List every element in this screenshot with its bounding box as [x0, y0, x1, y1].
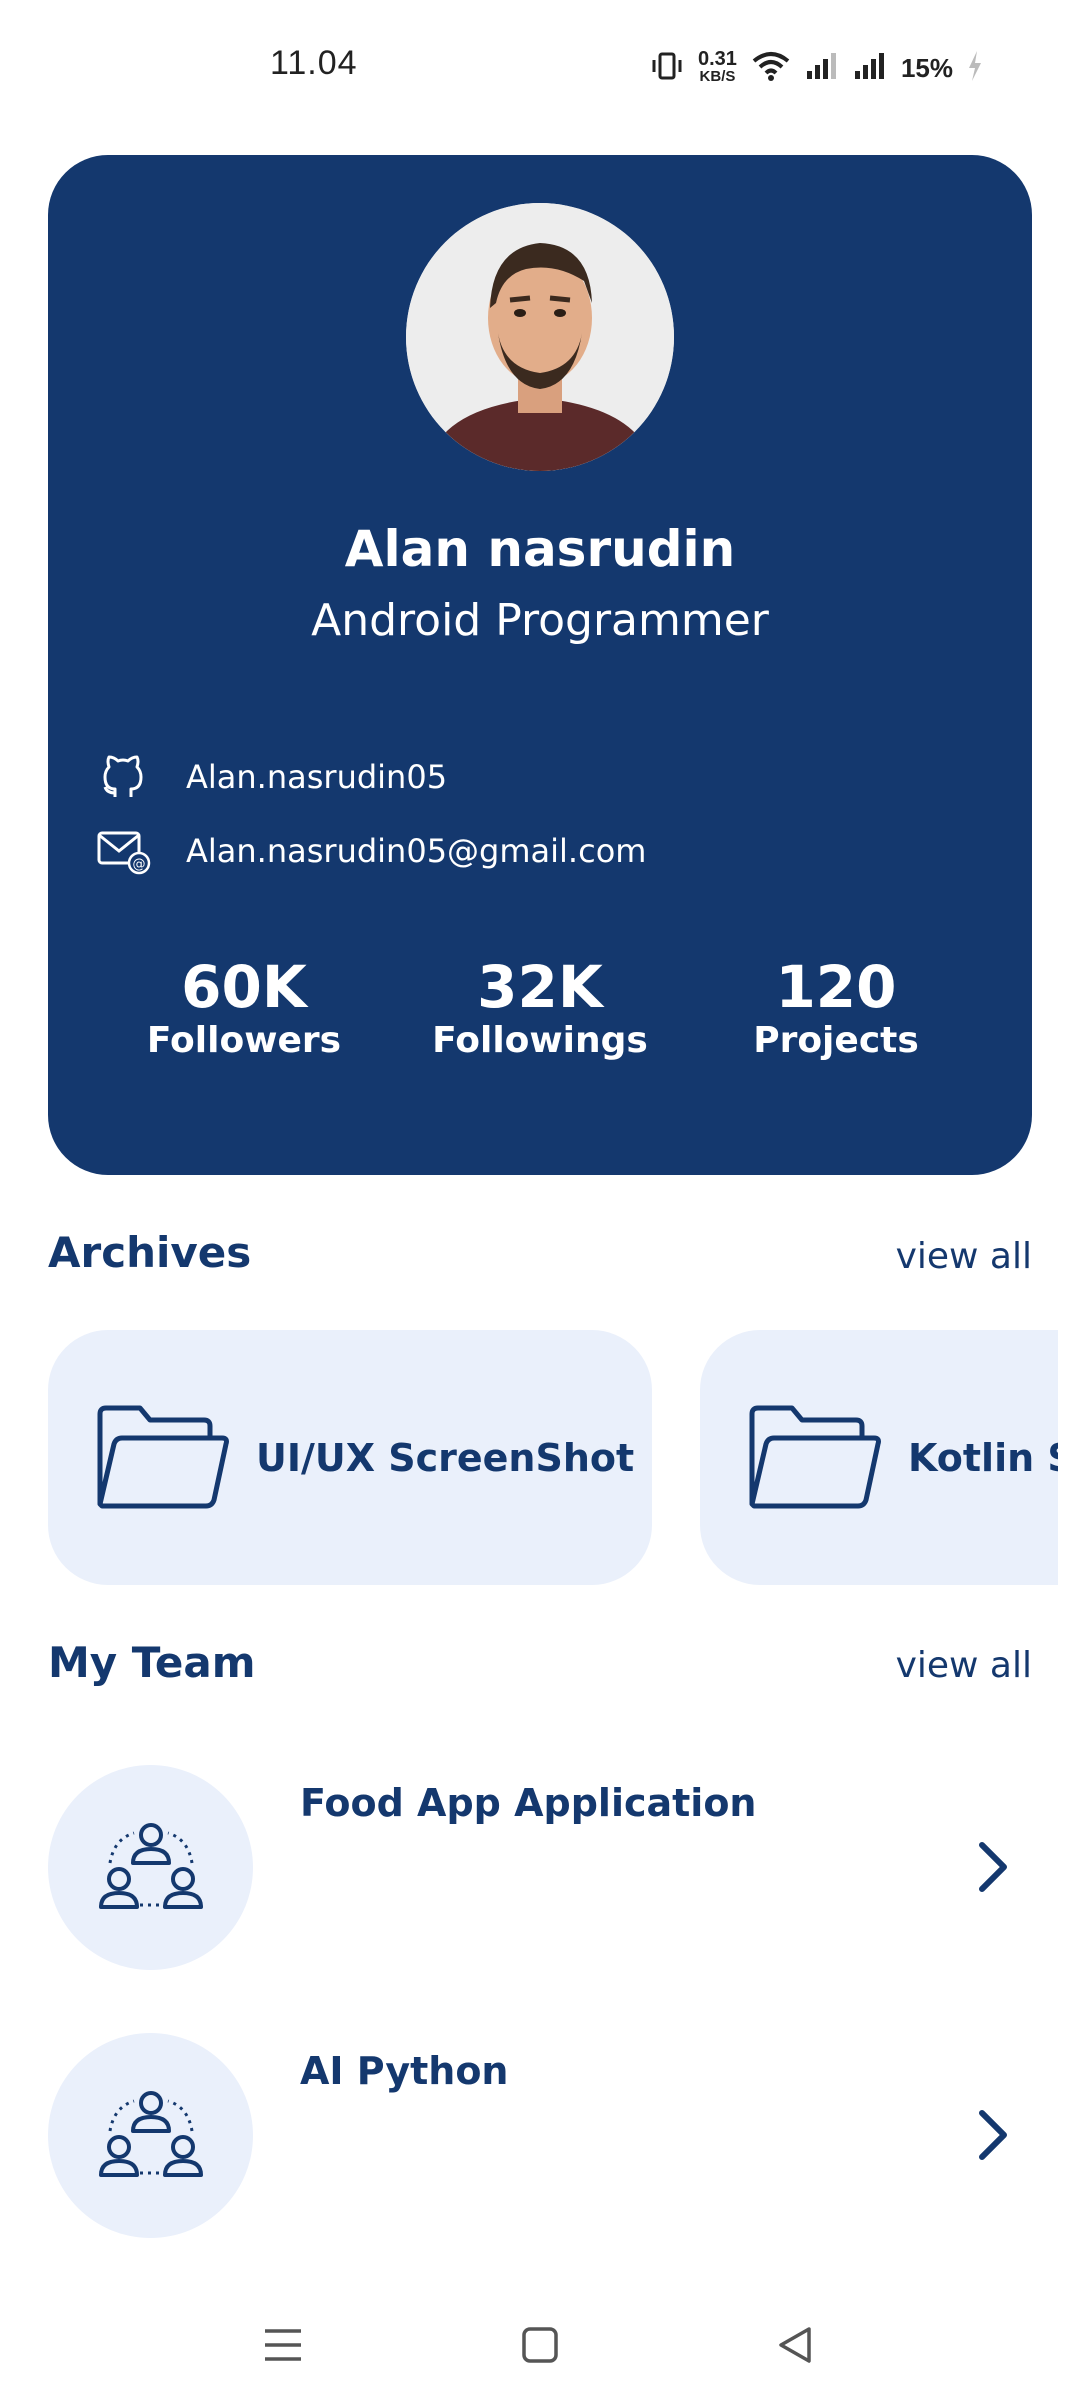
- profile-avatar[interactable]: [406, 203, 674, 471]
- chevron-right-icon[interactable]: [962, 1837, 1022, 1897]
- stat-label: Projects: [753, 1020, 919, 1061]
- archives-title: Archives: [48, 1228, 252, 1277]
- archive-label: Kotlin Source: [908, 1435, 1058, 1480]
- back-button[interactable]: [760, 2310, 830, 2380]
- status-icons: 0.31 KB/S 15%: [650, 46, 983, 90]
- email-address: Alan.nasrudin05@gmail.com: [186, 832, 647, 870]
- stat-projects[interactable]: 120 Projects: [686, 955, 986, 1063]
- stat-value: 120: [775, 953, 897, 1021]
- home-square-icon: [522, 2327, 558, 2363]
- signal-icon-1: [805, 51, 839, 86]
- team-title: My Team: [48, 1638, 256, 1687]
- folder-icon: [97, 1405, 229, 1508]
- stat-value: 32K: [477, 953, 603, 1021]
- status-time: 11.04: [270, 44, 358, 82]
- team-avatar: [48, 1765, 253, 1970]
- github-icon: [94, 748, 152, 806]
- profile-card: Alan nasrudin Android Programmer Alan.na…: [48, 155, 1032, 1175]
- menu-button[interactable]: [248, 2310, 318, 2380]
- stat-followers[interactable]: 60K Followers: [94, 955, 394, 1063]
- speed-unit: KB/S: [699, 68, 736, 85]
- profile-name: Alan nasrudin: [344, 520, 736, 578]
- chevron-right-icon[interactable]: [962, 2105, 1022, 2165]
- team-icon: [98, 2090, 203, 2177]
- team-name: AI Python: [300, 2049, 509, 2093]
- team-avatar: [48, 2033, 253, 2238]
- profile-role: Android Programmer: [311, 595, 769, 646]
- team-name: Food App Application: [300, 1781, 757, 1825]
- team-list-item[interactable]: Food App Application: [48, 1765, 1032, 1970]
- archive-card[interactable]: Kotlin Source: [700, 1330, 1058, 1585]
- status-bar: 11.04 0.31 KB/S 15%: [0, 0, 1080, 130]
- team-icon: [98, 1822, 203, 1909]
- menu-icon: [265, 2329, 301, 2361]
- github-username: Alan.nasrudin05: [186, 758, 448, 796]
- mail-icon: @: [94, 822, 152, 880]
- stat-label: Followers: [146, 1020, 342, 1061]
- github-row[interactable]: Alan.nasrudin05: [94, 748, 447, 806]
- network-speed: 0.31 KB/S: [698, 48, 737, 86]
- archive-label: UI/UX ScreenShot: [256, 1435, 635, 1480]
- svg-text:@: @: [133, 857, 146, 872]
- home-button[interactable]: [505, 2310, 575, 2380]
- stat-followings[interactable]: 32K Followings: [390, 955, 690, 1063]
- charging-icon: [967, 50, 983, 86]
- archive-card[interactable]: UI/UX ScreenShot: [48, 1330, 652, 1585]
- stat-value: 60K: [181, 953, 307, 1021]
- system-nav-bar: [0, 2290, 1080, 2400]
- archives-list[interactable]: UI/UX ScreenShot Kotlin Source: [48, 1330, 1058, 1585]
- archives-view-all-link[interactable]: view all: [896, 1236, 1032, 1277]
- stat-label: Followings: [432, 1020, 648, 1061]
- vibrate-icon: [650, 51, 684, 86]
- team-view-all-link[interactable]: view all: [896, 1645, 1032, 1686]
- email-row[interactable]: @ Alan.nasrudin05@gmail.com: [94, 822, 646, 880]
- folder-icon: [749, 1405, 881, 1508]
- speed-value: 0.31: [698, 48, 737, 70]
- wifi-icon: [751, 51, 791, 86]
- back-triangle-icon: [779, 2327, 811, 2363]
- battery-level: 15%: [900, 52, 953, 83]
- signal-icon-2: [853, 51, 887, 86]
- team-list-item[interactable]: AI Python: [48, 2033, 1032, 2238]
